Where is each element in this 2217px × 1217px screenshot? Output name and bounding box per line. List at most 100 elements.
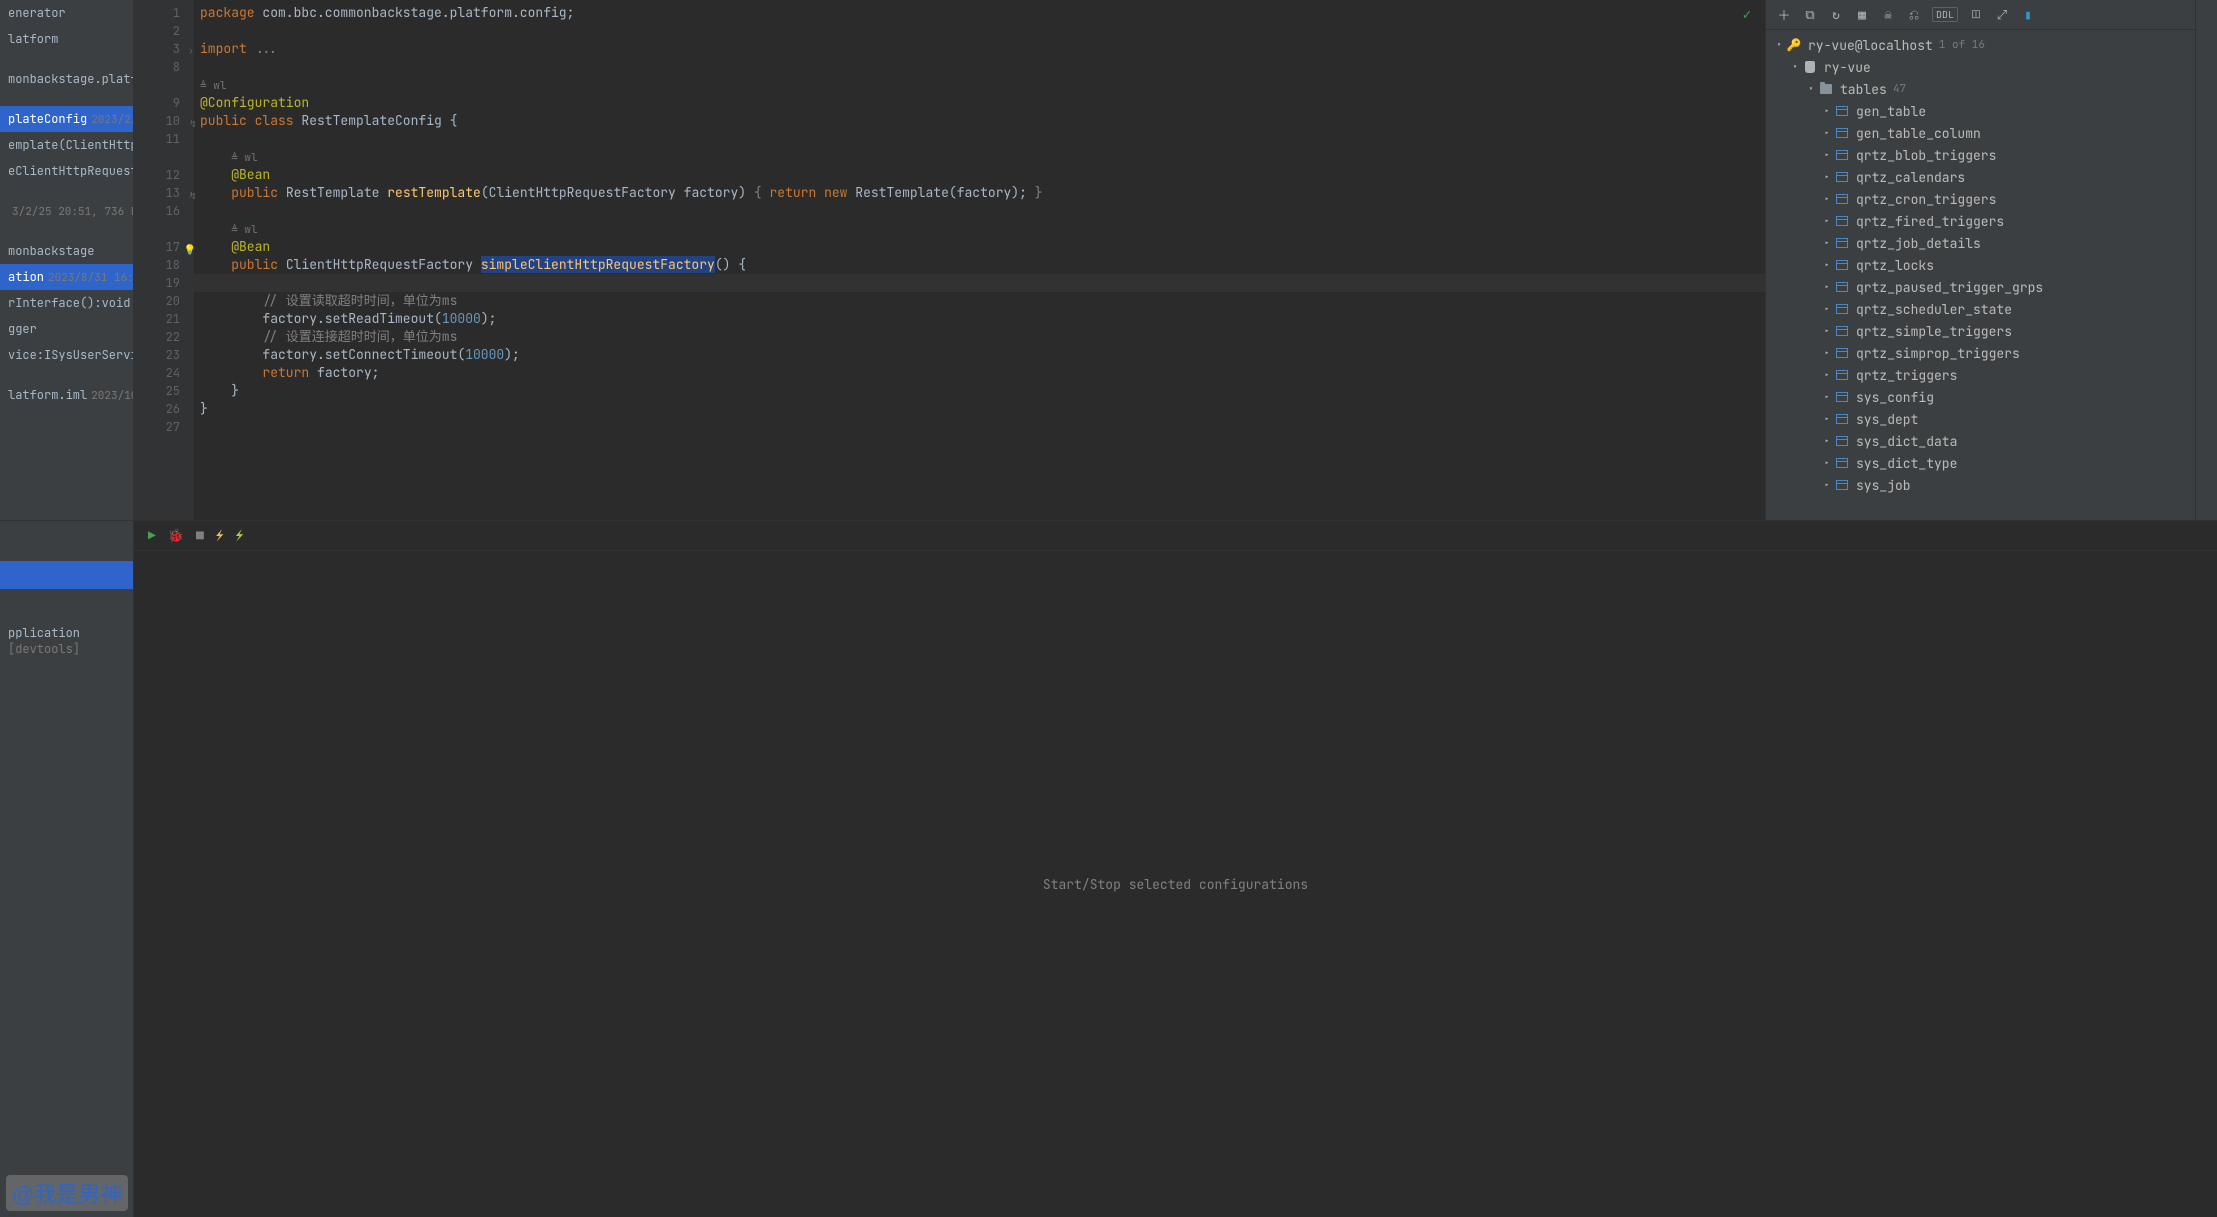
- expand-icon[interactable]: ⤢: [1994, 7, 2010, 23]
- stop-icon[interactable]: ▦: [1854, 7, 1870, 23]
- code-line[interactable]: ≜ wl: [200, 148, 1757, 166]
- code-line[interactable]: public class RestTemplateConfig {: [200, 112, 1757, 130]
- code-line[interactable]: [200, 418, 1757, 436]
- chevron-right-icon[interactable]: ▸: [1820, 171, 1834, 183]
- tx-icon[interactable]: ⎌: [1906, 7, 1922, 23]
- db-table[interactable]: ▸sys_job: [1766, 474, 2195, 496]
- db-table[interactable]: ▸qrtz_blob_triggers: [1766, 144, 2195, 166]
- project-item[interactable]: enerator: [0, 0, 133, 26]
- structure-item[interactable]: ation2023/8/31 16:58, 1.25 k: [0, 264, 133, 290]
- project-panel[interactable]: enerator latform monbackstage.platform p…: [0, 0, 134, 520]
- project-iml[interactable]: latform.iml2023/10/27 16:53: [0, 382, 133, 408]
- stop-icon[interactable]: ■: [196, 527, 204, 544]
- chevron-right-icon[interactable]: ▸: [1820, 435, 1834, 447]
- db-table[interactable]: ▸gen_table_column: [1766, 122, 2195, 144]
- code-line[interactable]: [200, 58, 1757, 76]
- code-line[interactable]: factory.setConnectTimeout(10000);: [200, 346, 1757, 364]
- run-configs-panel[interactable]: pplication [devtools]: [0, 521, 134, 1217]
- chevron-right-icon[interactable]: ▸: [1820, 369, 1834, 381]
- db-table[interactable]: ▸sys_dict_type: [1766, 452, 2195, 474]
- chevron-right-icon[interactable]: ▸: [1820, 281, 1834, 293]
- structure-item[interactable]: emplate(ClientHttpReques: [0, 132, 133, 158]
- db-table[interactable]: ▸qrtz_fired_triggers: [1766, 210, 2195, 232]
- filter-icon[interactable]: ▮: [2020, 7, 2036, 23]
- structure-item[interactable]: rInterface():void: [0, 290, 133, 316]
- refresh-icon[interactable]: ↻: [1828, 7, 1844, 23]
- structure-item[interactable]: eClientHttpRequestFactor: [0, 158, 133, 184]
- structure-item[interactable]: monbackstage: [0, 238, 133, 264]
- run-config-item[interactable]: [0, 561, 133, 589]
- db-schema[interactable]: ▾ ry-vue: [1766, 56, 2195, 78]
- code-line[interactable]: package com.bbc.commonbackstage.platform…: [200, 4, 1757, 22]
- db-table[interactable]: ▸qrtz_simple_triggers: [1766, 320, 2195, 342]
- right-tool-rail[interactable]: [2195, 0, 2217, 520]
- chevron-right-icon[interactable]: ▸: [1820, 193, 1834, 205]
- code-line[interactable]: [200, 202, 1757, 220]
- code-line[interactable]: }: [200, 400, 1757, 418]
- chevron-right-icon[interactable]: ▸: [1820, 391, 1834, 403]
- code-line[interactable]: }: [200, 382, 1757, 400]
- code-line[interactable]: return factory;: [200, 364, 1757, 382]
- code-line[interactable]: // 设置连接超时时间，单位为ms: [200, 328, 1757, 346]
- chevron-right-icon[interactable]: ▸: [1820, 127, 1834, 139]
- coverage-icon[interactable]: ⚡: [236, 527, 244, 544]
- code-line[interactable]: factory.setReadTimeout(10000);: [200, 310, 1757, 328]
- editor-code[interactable]: ✓ package com.bbc.commonbackstage.platfo…: [194, 0, 1765, 520]
- db-table[interactable]: ▸sys_dict_data: [1766, 430, 2195, 452]
- project-package[interactable]: monbackstage.platform: [0, 66, 133, 92]
- chevron-down-icon[interactable]: ▾: [1788, 61, 1802, 73]
- code-line[interactable]: [200, 130, 1757, 148]
- db-table[interactable]: ▸qrtz_cron_triggers: [1766, 188, 2195, 210]
- db-datasource[interactable]: ▾ 🔑 ry-vue@localhost 1 of 16: [1766, 34, 2195, 56]
- ddl-button[interactable]: DDL: [1932, 7, 1958, 22]
- copy-icon[interactable]: ⧉: [1802, 7, 1818, 23]
- chevron-right-icon[interactable]: ▸: [1820, 105, 1834, 117]
- db-table[interactable]: ▸qrtz_locks: [1766, 254, 2195, 276]
- chevron-down-icon[interactable]: ▾: [1772, 39, 1786, 51]
- chevron-right-icon[interactable]: ▸: [1820, 325, 1834, 337]
- db-table[interactable]: ▸qrtz_calendars: [1766, 166, 2195, 188]
- code-line[interactable]: ≜ wl: [200, 220, 1757, 238]
- code-editor[interactable]: 123›8910↯111213›↯1617💡181920212223242526…: [134, 0, 1765, 520]
- chevron-right-icon[interactable]: ▸: [1820, 413, 1834, 425]
- code-line[interactable]: // 设置读取超时时间，单位为ms: [200, 292, 1757, 310]
- add-icon[interactable]: ＋: [1776, 7, 1792, 23]
- code-line[interactable]: public ClientHttpRequestFactory simpleCl…: [200, 256, 1757, 274]
- structure-item[interactable]: plateConfig2023/2/25 20:: [0, 106, 133, 132]
- db-tables-folder[interactable]: ▾ tables 47: [1766, 78, 2195, 100]
- run-config-app[interactable]: pplication [devtools]: [0, 619, 133, 663]
- profile-icon[interactable]: ⚡: [216, 527, 224, 544]
- debug-icon[interactable]: 🐞: [168, 527, 184, 544]
- db-table[interactable]: ▸gen_table: [1766, 100, 2195, 122]
- code-line[interactable]: @Bean: [200, 238, 1757, 256]
- chevron-down-icon[interactable]: ▾: [1804, 83, 1818, 95]
- db-table[interactable]: ▸qrtz_simprop_triggers: [1766, 342, 2195, 364]
- code-line[interactable]: [200, 22, 1757, 40]
- chevron-right-icon[interactable]: ▸: [1820, 237, 1834, 249]
- structure-item[interactable]: gger: [0, 316, 133, 342]
- code-line[interactable]: ≜ wl: [200, 76, 1757, 94]
- chevron-right-icon[interactable]: ▸: [1820, 457, 1834, 469]
- code-line[interactable]: import ...: [200, 40, 1757, 58]
- db-table[interactable]: ▸sys_dept: [1766, 408, 2195, 430]
- run-icon[interactable]: ▶: [148, 527, 156, 544]
- db-table[interactable]: ▸qrtz_job_details: [1766, 232, 2195, 254]
- skull-icon[interactable]: ☠: [1880, 7, 1896, 23]
- db-tree[interactable]: ▾ 🔑 ry-vue@localhost 1 of 16 ▾ ry-vue ▾ …: [1766, 30, 2195, 520]
- project-item[interactable]: latform: [0, 26, 133, 52]
- code-line[interactable]: @Configuration: [200, 94, 1757, 112]
- chevron-right-icon[interactable]: ▸: [1820, 303, 1834, 315]
- db-table[interactable]: ▸qrtz_paused_trigger_grps: [1766, 276, 2195, 298]
- chevron-right-icon[interactable]: ▸: [1820, 347, 1834, 359]
- db-table[interactable]: ▸qrtz_scheduler_state: [1766, 298, 2195, 320]
- code-line[interactable]: public RestTemplate restTemplate(ClientH…: [200, 184, 1757, 202]
- chevron-right-icon[interactable]: ▸: [1820, 259, 1834, 271]
- layout-icon[interactable]: ◫: [1968, 7, 1984, 23]
- chevron-right-icon[interactable]: ▸: [1820, 479, 1834, 491]
- code-line[interactable]: @Bean: [200, 166, 1757, 184]
- structure-item[interactable]: vice:ISysUserService: [0, 342, 133, 368]
- database-panel[interactable]: ＋ ⧉ ↻ ▦ ☠ ⎌ DDL ◫ ⤢ ▮ ▾ 🔑 ry-vue@localho…: [1765, 0, 2195, 520]
- chevron-right-icon[interactable]: ▸: [1820, 149, 1834, 161]
- db-table[interactable]: ▸qrtz_triggers: [1766, 364, 2195, 386]
- chevron-right-icon[interactable]: ▸: [1820, 215, 1834, 227]
